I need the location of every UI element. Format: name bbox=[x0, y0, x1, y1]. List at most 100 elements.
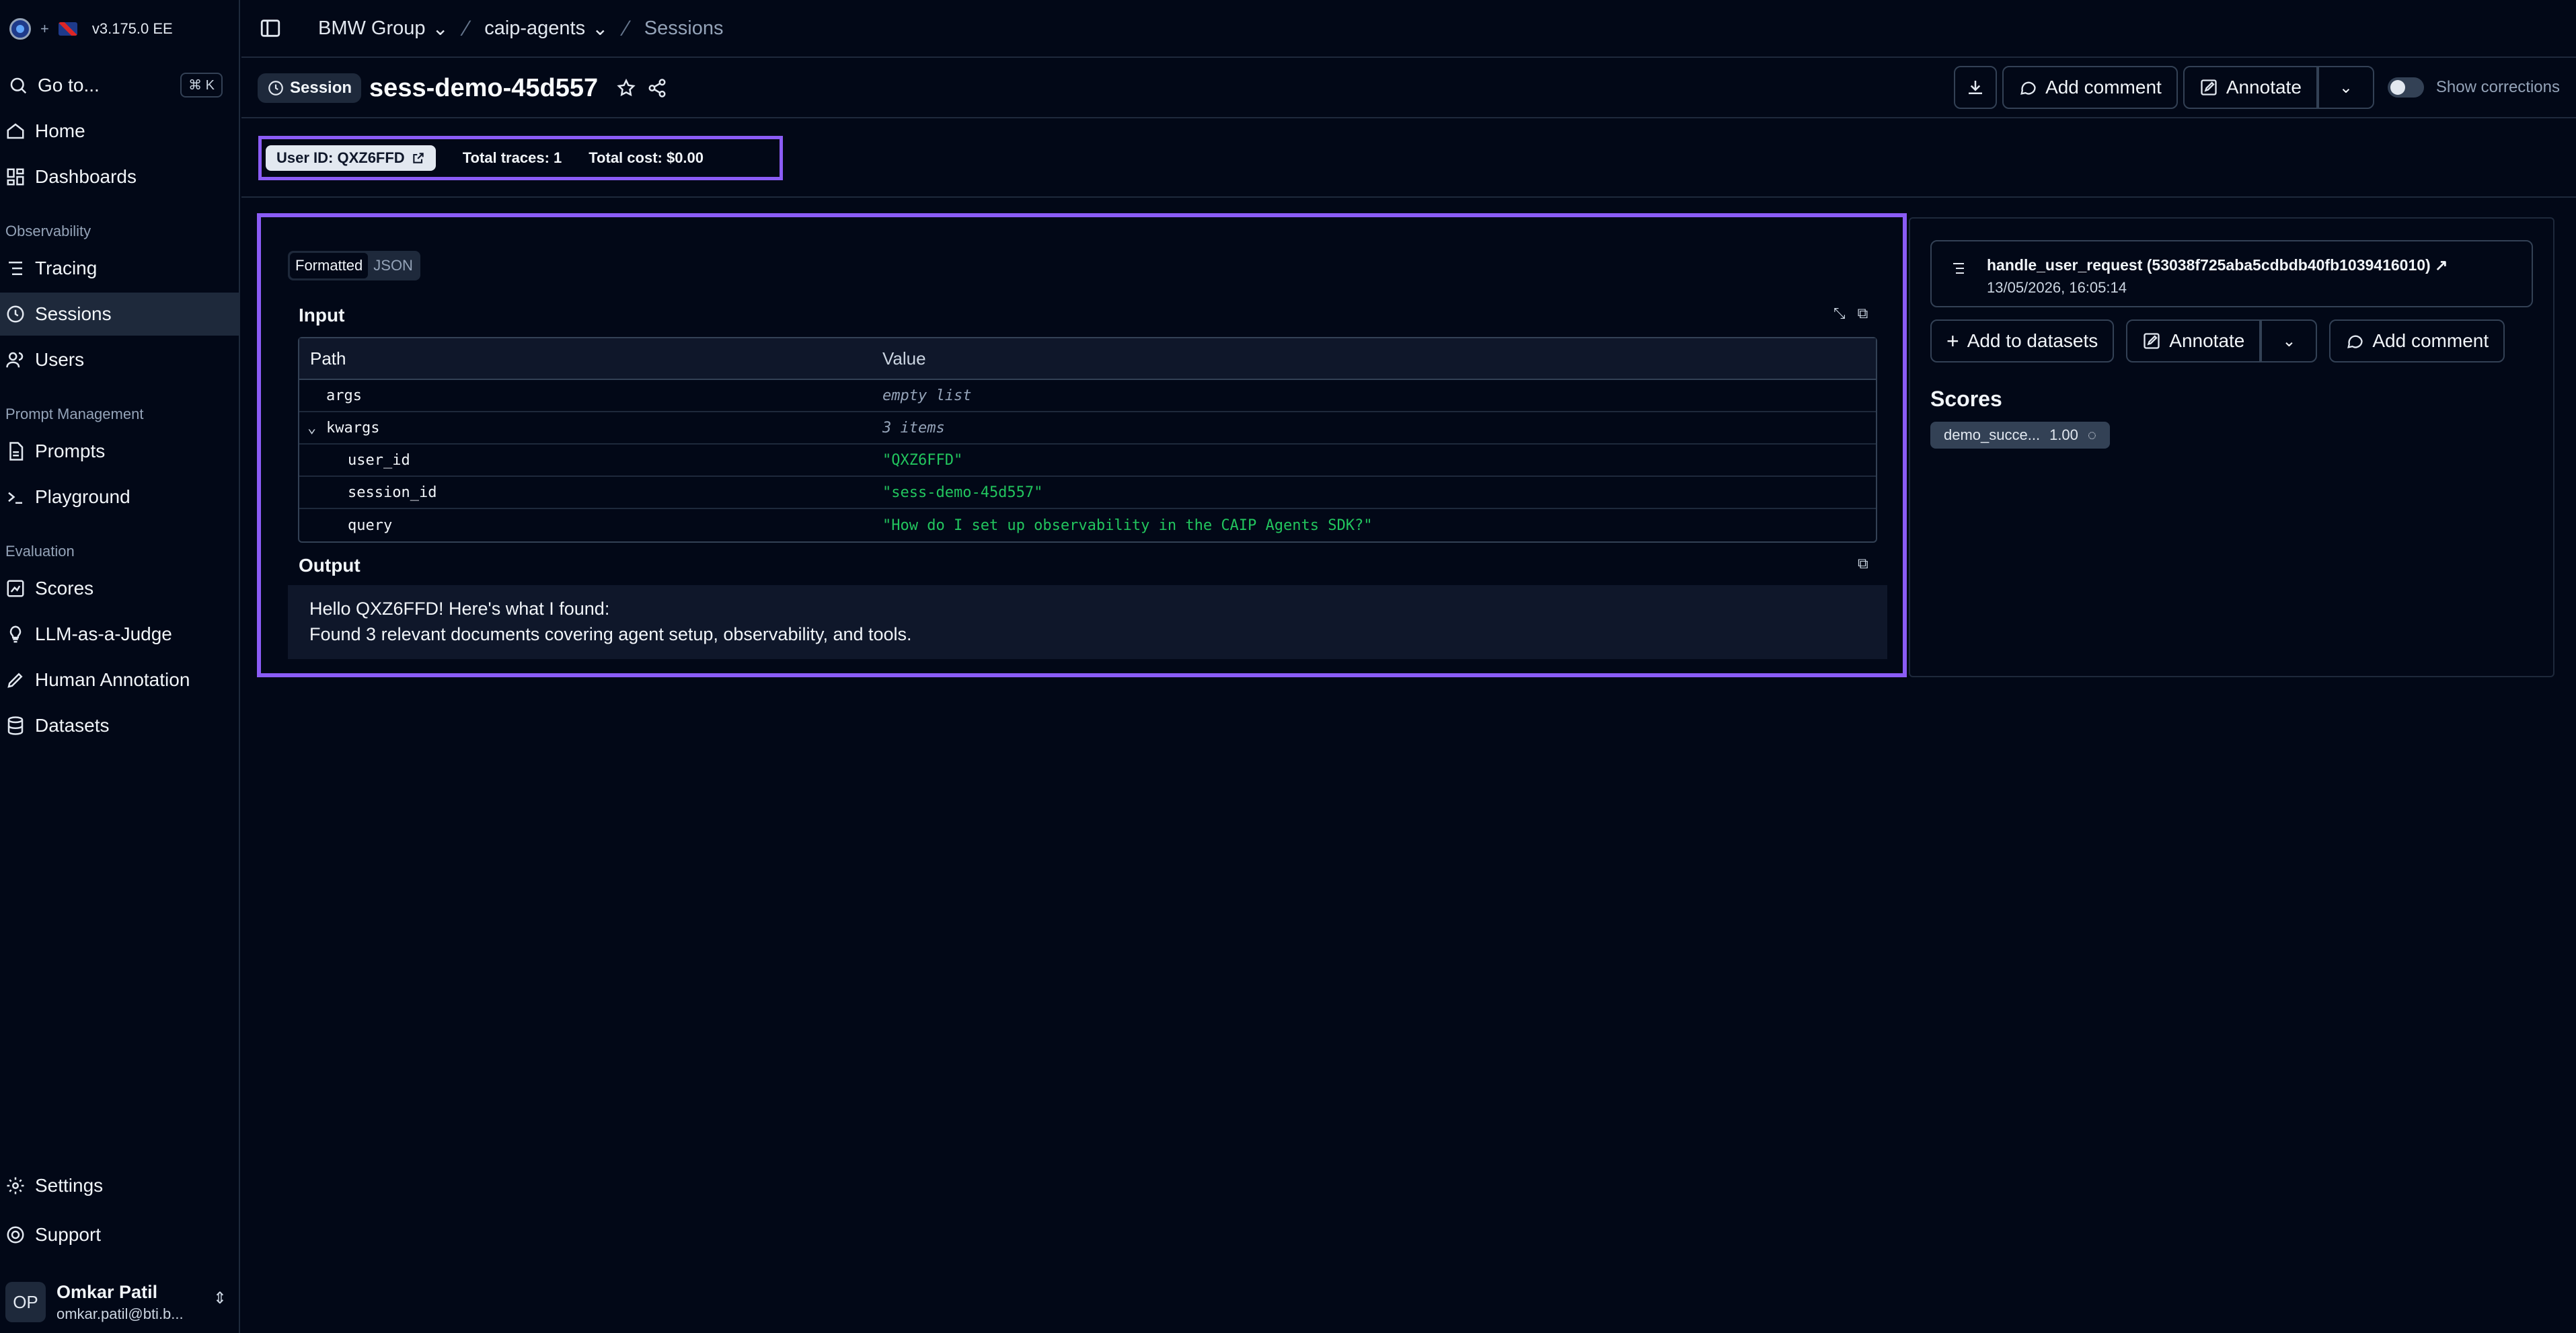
table-row[interactable]: user_id "QXZ6FFD" bbox=[299, 445, 1876, 477]
clock-icon bbox=[268, 81, 283, 96]
score-chip[interactable]: demo_succe... 1.00 ◌ bbox=[1930, 422, 2110, 449]
trace-side-panel: handle_user_request (53038f725aba5cdbdb4… bbox=[1909, 217, 2554, 677]
output-content: Hello QXZ6FFD! Here's what I found: Foun… bbox=[288, 585, 1887, 659]
sidebar-item-label: Prompts bbox=[35, 441, 106, 461]
view-mode-tabs: Formatted JSON bbox=[288, 251, 420, 280]
table-row[interactable]: query "How do I set up observability in … bbox=[299, 509, 1876, 541]
row-value: empty list bbox=[882, 387, 972, 404]
bmw-logo-icon[interactable] bbox=[9, 18, 31, 40]
sidebar-item-human-annotation[interactable]: Human Annotation bbox=[0, 658, 240, 701]
file-text-icon bbox=[9, 442, 24, 461]
sidebar-item-label: Settings bbox=[35, 1175, 104, 1196]
sidebar-item-users[interactable]: Users bbox=[0, 338, 240, 381]
row-path: query bbox=[348, 517, 393, 534]
copy-icon[interactable]: ⧉ bbox=[1858, 555, 1868, 572]
table-row[interactable]: ⌄ kwargs 3 items bbox=[299, 412, 1876, 445]
score-value: 1.00 bbox=[2049, 426, 2078, 443]
user-name: Omkar Patil bbox=[56, 1281, 158, 1302]
sidebar-item-label: Tracing bbox=[35, 258, 98, 278]
section-prompt-management: Prompt Management bbox=[5, 406, 144, 422]
chevron-down-icon[interactable]: ⌄ bbox=[307, 420, 316, 436]
divider bbox=[241, 196, 2576, 198]
session-meta: User ID: QXZ6FFD Total traces: 1 Total c… bbox=[258, 136, 783, 180]
row-path: user_id bbox=[348, 451, 410, 469]
breadcrumb-project[interactable]: caip-agents ⌄ bbox=[484, 17, 608, 40]
chevron-down-icon: ⌄ bbox=[2282, 332, 2296, 350]
trace-name-text: handle_user_request (53038f725aba5cdbdb4… bbox=[1987, 256, 2431, 274]
sidebar-item-datasets[interactable]: Datasets bbox=[0, 704, 240, 747]
user-id-badge[interactable]: User ID: QXZ6FFD bbox=[266, 145, 436, 171]
download-button[interactable] bbox=[1954, 66, 1998, 109]
sidebar: + v3.175.0 EE Go to... ⌘ K Home Dashboar… bbox=[0, 0, 240, 1333]
goto-shortcut: ⌘ K bbox=[180, 73, 223, 98]
terminal-icon bbox=[8, 492, 22, 504]
trace-io-panel: Formatted JSON Input ⤡ ⧉ Path Value args… bbox=[257, 213, 1907, 677]
annotate-dropdown-button[interactable]: ⌄ bbox=[2317, 66, 2374, 109]
row-value: 3 items bbox=[882, 419, 945, 436]
sidebar-item-scores[interactable]: Scores bbox=[0, 567, 240, 610]
sidebar-item-tracing[interactable]: Tracing bbox=[0, 247, 240, 290]
goto-search[interactable]: Go to... ⌘ K bbox=[5, 67, 229, 104]
copy-icon[interactable]: ⧉ bbox=[1858, 305, 1868, 322]
list-tree-icon bbox=[9, 262, 22, 275]
gear-icon bbox=[7, 1177, 24, 1194]
breadcrumb-org[interactable]: BMW Group ⌄ bbox=[318, 17, 449, 40]
sidebar-item-label: Users bbox=[35, 349, 85, 370]
output-title: Output bbox=[299, 555, 361, 576]
star-icon[interactable] bbox=[614, 76, 638, 100]
input-table: Path Value args empty list ⌄ kwargs 3 ite… bbox=[298, 337, 1877, 543]
score-name: demo_succe... bbox=[1944, 426, 2041, 443]
edit-icon bbox=[2201, 79, 2217, 96]
chevron-down-icon: ⌄ bbox=[592, 17, 609, 40]
trace-annotate-button[interactable]: Annotate bbox=[2126, 319, 2261, 363]
total-cost: Total cost: $0.00 bbox=[589, 149, 704, 166]
add-to-datasets-label: Add to datasets bbox=[1967, 330, 2098, 351]
row-path: session_id bbox=[348, 484, 437, 501]
breadcrumb-separator: ⁄ bbox=[464, 15, 469, 40]
trace-add-comment-button[interactable]: Add comment bbox=[2329, 319, 2505, 363]
sidebar-item-playground[interactable]: Playground bbox=[0, 475, 240, 519]
row-path: kwargs bbox=[326, 419, 380, 436]
show-corrections-toggle[interactable] bbox=[2387, 77, 2424, 98]
sidebar-item-llm-judge[interactable]: LLM-as-a-Judge bbox=[0, 613, 240, 656]
sidebar-item-label: Dashboards bbox=[35, 166, 137, 187]
sidebar-item-label: LLM-as-a-Judge bbox=[35, 623, 172, 644]
collapse-icon[interactable]: ⤡ bbox=[1833, 305, 1846, 322]
page-title: sess-demo-45d557 bbox=[369, 73, 599, 102]
sidebar-item-prompts[interactable]: Prompts bbox=[0, 430, 240, 473]
column-value: Value bbox=[882, 348, 926, 369]
lightbulb-icon bbox=[9, 625, 22, 643]
add-comment-label: Add comment bbox=[2372, 330, 2489, 351]
add-comment-label: Add comment bbox=[2045, 77, 2162, 98]
table-row[interactable]: args empty list bbox=[299, 380, 1876, 412]
share-icon[interactable] bbox=[645, 76, 669, 100]
sidebar-item-label: Scores bbox=[35, 578, 94, 599]
session-tag: Session bbox=[258, 73, 362, 103]
sidebar-item-settings[interactable]: Settings bbox=[0, 1164, 240, 1207]
sidebar-item-home[interactable]: Home bbox=[0, 110, 240, 153]
input-actions: ⤡ ⧉ bbox=[1833, 305, 1868, 322]
breadcrumb-page[interactable]: Sessions bbox=[644, 17, 724, 40]
trace-annotate-dropdown[interactable]: ⌄ bbox=[2261, 319, 2318, 363]
user-id-label: User ID: QXZ6FFD bbox=[276, 149, 405, 166]
list-tree-icon bbox=[1953, 263, 1964, 274]
annotate-button[interactable]: Annotate bbox=[2183, 66, 2318, 109]
sidebar-item-support[interactable]: Support bbox=[0, 1213, 240, 1256]
section-evaluation: Evaluation bbox=[5, 543, 75, 560]
topbar: BMW Group ⌄ ⁄ caip-agents ⌄ ⁄ Sessions bbox=[241, 0, 2576, 58]
tab-formatted[interactable]: Formatted bbox=[290, 253, 369, 278]
trace-link[interactable]: handle_user_request (53038f725aba5cdbdb4… bbox=[1930, 240, 2533, 307]
sidebar-item-sessions[interactable]: Sessions bbox=[0, 293, 240, 336]
tab-json[interactable]: JSON bbox=[368, 253, 418, 278]
sidebar-item-dashboards[interactable]: Dashboards bbox=[0, 155, 240, 198]
sidebar-toggle-icon[interactable] bbox=[259, 17, 282, 40]
table-row[interactable]: session_id "sess-demo-45d557" bbox=[299, 477, 1876, 509]
row-path: args bbox=[326, 387, 362, 404]
home-icon bbox=[7, 123, 24, 139]
section-observability: Observability bbox=[5, 223, 91, 239]
breadcrumb-separator: ⁄ bbox=[624, 15, 628, 40]
scores-title: Scores bbox=[1930, 387, 2002, 411]
add-to-datasets-button[interactable]: + Add to datasets bbox=[1930, 319, 2115, 363]
add-comment-button[interactable]: Add comment bbox=[2002, 66, 2178, 109]
user-menu[interactable]: OP Omkar Patil omkar.patil@bti.b... ⇕ bbox=[0, 1275, 240, 1329]
